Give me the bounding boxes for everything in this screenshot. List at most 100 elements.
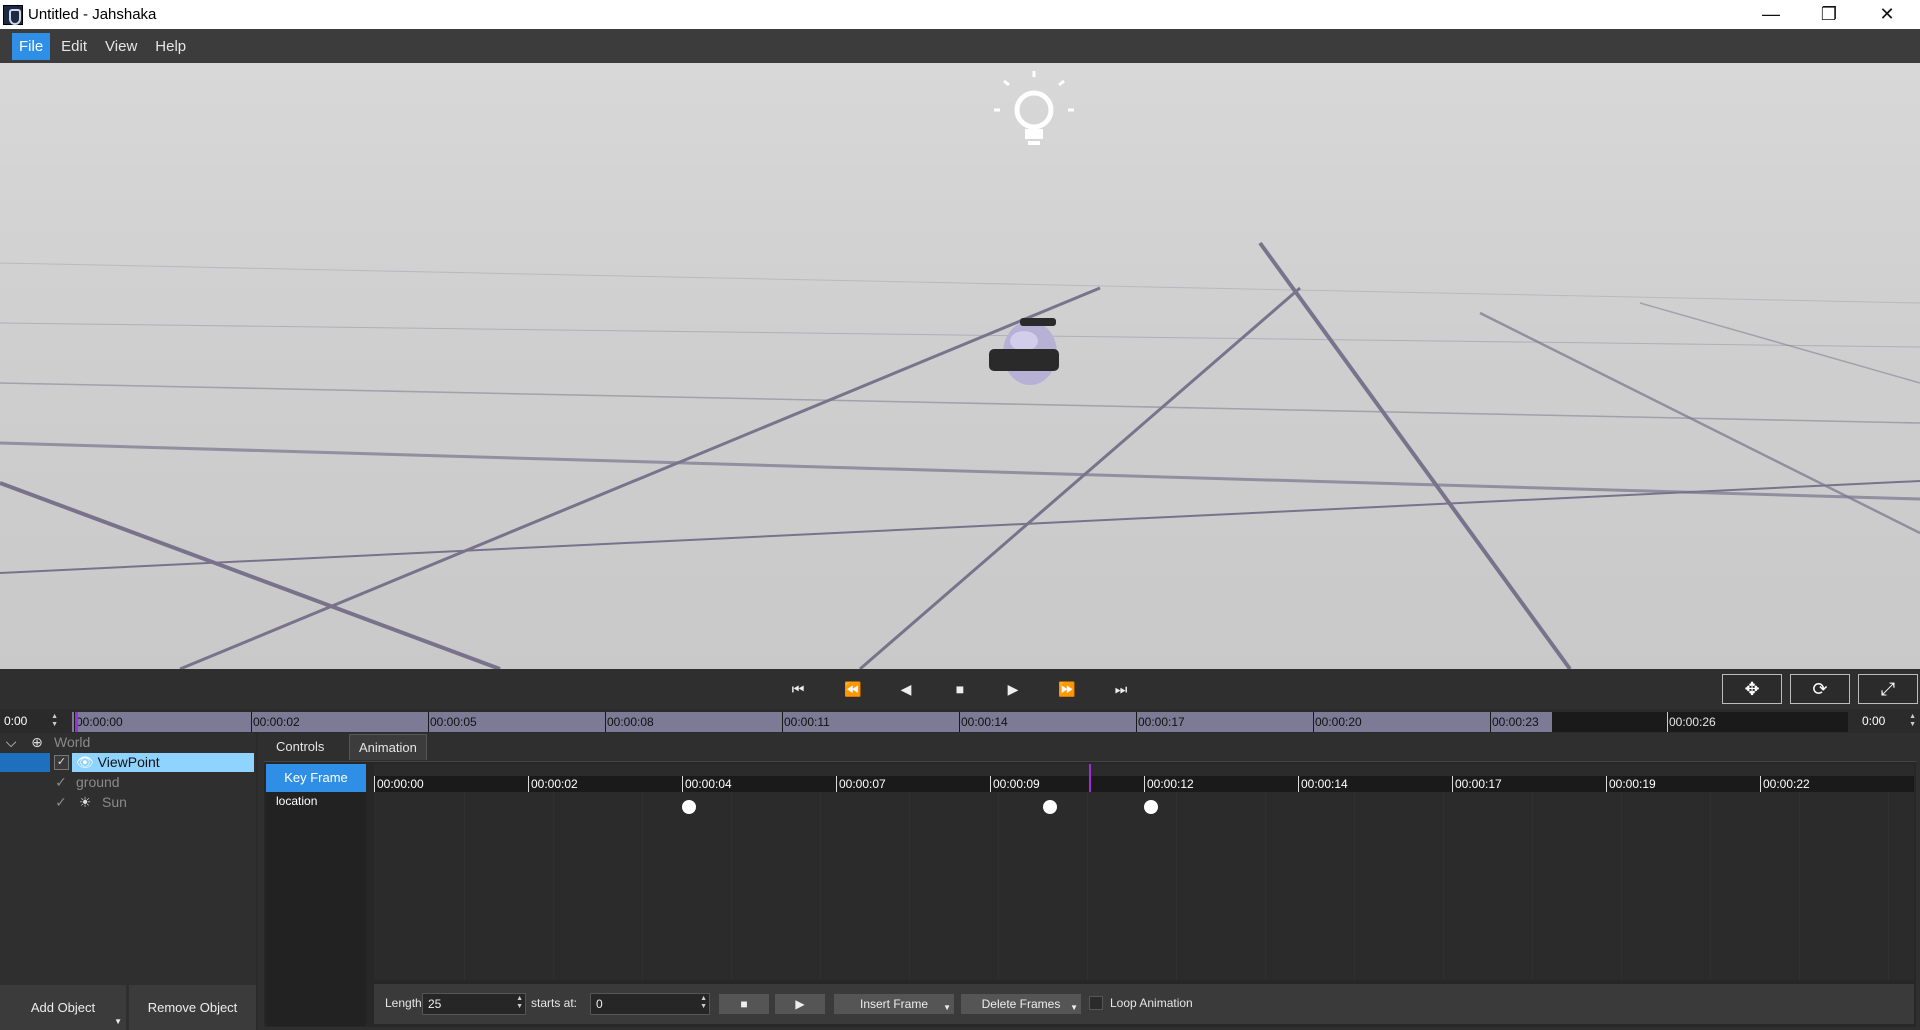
insert-frame-label: Insert Frame: [859, 997, 928, 1011]
tree-item-label: ground: [76, 774, 120, 790]
anim-play-button[interactable]: ▶: [775, 994, 825, 1014]
keyframe-tick: 00:00:02: [528, 776, 578, 792]
keyframe-marker[interactable]: [1043, 800, 1058, 814]
stop-button[interactable]: ■: [945, 675, 975, 703]
fullscreen-icon[interactable]: ⤢: [1858, 674, 1918, 704]
track-list: Key Frame location: [266, 764, 366, 1026]
keyframe-tick: 00:00:17: [1452, 776, 1502, 792]
anim-stop-button[interactable]: ■: [719, 994, 769, 1014]
length-field[interactable]: 25 ▲ ▼: [422, 993, 526, 1015]
dropdown-arrow-icon[interactable]: ▼: [1070, 998, 1078, 1018]
remove-object-button[interactable]: Remove Object: [129, 985, 256, 1030]
tree-item-label-box: 👁 ViewPoint: [72, 753, 254, 772]
keyframe-tick: 00:00:04: [682, 776, 732, 792]
keyframe-header[interactable]: Key Frame: [266, 764, 366, 792]
keyframe-ruler[interactable]: 00:00:00 00:00:02 00:00:04 00:00:07 00:00:09…: [374, 776, 1914, 792]
keyframe-tick: 00:00:12: [1144, 776, 1194, 792]
rewind-button[interactable]: ⏪: [838, 675, 868, 703]
loop-animation-checkbox[interactable]: [1089, 996, 1103, 1010]
spin-arrows-icon[interactable]: ▲ ▼: [516, 995, 523, 1011]
timeline-tick: 00:00:26: [1667, 712, 1716, 732]
keyframe-grid-line: [1265, 792, 1266, 980]
delete-frames-button[interactable]: Delete Frames ▼: [961, 994, 1081, 1014]
tree-item-world[interactable]: ⌵ ⊕ World: [0, 733, 256, 752]
spin-arrows-icon[interactable]: ▲ ▼: [1909, 713, 1916, 729]
timeline-ruler[interactable]: 00:00:00 00:00:02 00:00:05 00:00:08 00:00:11…: [72, 712, 1848, 732]
outliner-buttons: Add Object ▼ Remove Object: [0, 985, 256, 1030]
globe-icon: ⊕: [31, 734, 43, 750]
keyframe-grid-line: [820, 792, 821, 980]
keyframe-grid-line: [1888, 792, 1889, 980]
timeline-playhead[interactable]: [75, 712, 78, 732]
skip-start-button[interactable]: ⏮: [783, 675, 813, 703]
start-time-spinbox[interactable]: 0:00 ▲ ▼: [2, 712, 60, 730]
menu-bar: File Edit View Help: [0, 29, 1920, 63]
starts-at-label: starts at:: [531, 996, 578, 1010]
dropdown-arrow-icon[interactable]: ▼: [114, 1017, 122, 1026]
selection-highlight: [0, 753, 50, 772]
menu-help[interactable]: Help: [148, 33, 193, 60]
keyframe-grid-line: [1176, 792, 1177, 980]
maximize-button[interactable]: ❐: [1800, 0, 1858, 29]
timeline-tick: 00:00:20: [1313, 712, 1362, 732]
check-icon[interactable]: ✓: [52, 794, 70, 811]
keyframe-grid-line: [1087, 792, 1088, 980]
rotate-tool-icon[interactable]: ⟳: [1790, 674, 1850, 704]
keyframe-grid-line: [1354, 792, 1355, 980]
length-value: 25: [428, 997, 442, 1011]
app-icon: [3, 4, 23, 25]
play-button[interactable]: ▶: [998, 675, 1028, 703]
close-button[interactable]: ✕: [1858, 0, 1916, 29]
keyframe-marker[interactable]: [681, 800, 696, 814]
spin-arrows-icon[interactable]: ▲ ▼: [51, 713, 58, 729]
keyframe-grid-line: [1532, 792, 1533, 980]
tree-item-viewpoint[interactable]: ✓ 👁 ViewPoint: [0, 753, 256, 772]
tree-item-label: World: [54, 734, 91, 750]
tab-animation[interactable]: Animation: [349, 734, 427, 760]
dropdown-arrow-icon[interactable]: ▼: [943, 998, 951, 1018]
step-back-button[interactable]: ◀: [891, 675, 921, 703]
keyframe-canvas[interactable]: 00:00:00 00:00:02 00:00:04 00:00:07 00:00:09…: [374, 764, 1914, 980]
minimize-button[interactable]: —: [1742, 0, 1800, 29]
move-tool-icon[interactable]: ✥: [1722, 674, 1782, 704]
tab-controls[interactable]: Controls: [267, 734, 333, 760]
keyframe-tick: 00:00:14: [1298, 776, 1348, 792]
eye-icon: 👁: [76, 754, 94, 770]
start-time-value: 0:00: [4, 714, 28, 728]
timeline-tick: 00:00:00: [74, 712, 123, 732]
keyframe-tick: 00:00:19: [1606, 776, 1656, 792]
keyframe-tick: 00:00:22: [1760, 776, 1810, 792]
menu-file[interactable]: File: [12, 32, 51, 60]
keyframe-marker[interactable]: [1143, 800, 1158, 814]
keyframe-tick: 00:00:09: [990, 776, 1040, 792]
insert-frame-button[interactable]: Insert Frame ▼: [834, 994, 954, 1014]
visibility-checkbox[interactable]: ✓: [54, 755, 69, 770]
keyframe-grid-line: [1443, 792, 1444, 980]
add-object-button[interactable]: Add Object ▼: [0, 985, 126, 1030]
starts-at-field[interactable]: 0 ▲ ▼: [590, 993, 710, 1015]
keyframe-playhead[interactable]: [1089, 764, 1091, 792]
keyframe-grid-line: [1621, 792, 1622, 980]
fast-forward-button[interactable]: ⏩: [1052, 675, 1082, 703]
timeline-tick: 00:00:05: [428, 712, 477, 732]
end-time-spinbox[interactable]: 0:00 ▲ ▼: [1856, 712, 1918, 730]
check-icon[interactable]: ✓: [52, 774, 70, 791]
spin-arrows-icon[interactable]: ▲ ▼: [700, 995, 707, 1011]
3d-viewport[interactable]: [0, 63, 1920, 669]
animation-controls: Length 25 ▲ ▼ starts at: 0 ▲ ▼ ■ ▶ Insert …: [374, 984, 1914, 1024]
menu-view[interactable]: View: [98, 33, 144, 60]
transport-bar: ⏮ ⏪ ◀ ■ ▶ ⏩ ⏭ ✥ ⟳ ⤢: [0, 669, 1920, 709]
menu-edit[interactable]: Edit: [54, 33, 94, 60]
skip-end-button[interactable]: ⏭: [1106, 675, 1136, 703]
timeline-tick: 00:00:11: [782, 712, 830, 732]
keyframe-grid-line: [553, 792, 554, 980]
timeline-tick: 00:00:23: [1490, 712, 1539, 732]
chevron-down-icon[interactable]: ⌵: [2, 734, 20, 751]
timeline-tick: 00:00:02: [251, 712, 300, 732]
keyframe-tick: 00:00:07: [836, 776, 886, 792]
tree-item-sun[interactable]: ✓ ☀ Sun: [0, 793, 256, 812]
starts-at-value: 0: [596, 997, 603, 1011]
timeline-row: 0:00 ▲ ▼ 00:00:00 00:00:02 00:00:05 00:00:08…: [0, 709, 1920, 733]
tree-item-ground[interactable]: ✓ ground: [0, 773, 256, 792]
track-location[interactable]: location: [276, 794, 317, 808]
